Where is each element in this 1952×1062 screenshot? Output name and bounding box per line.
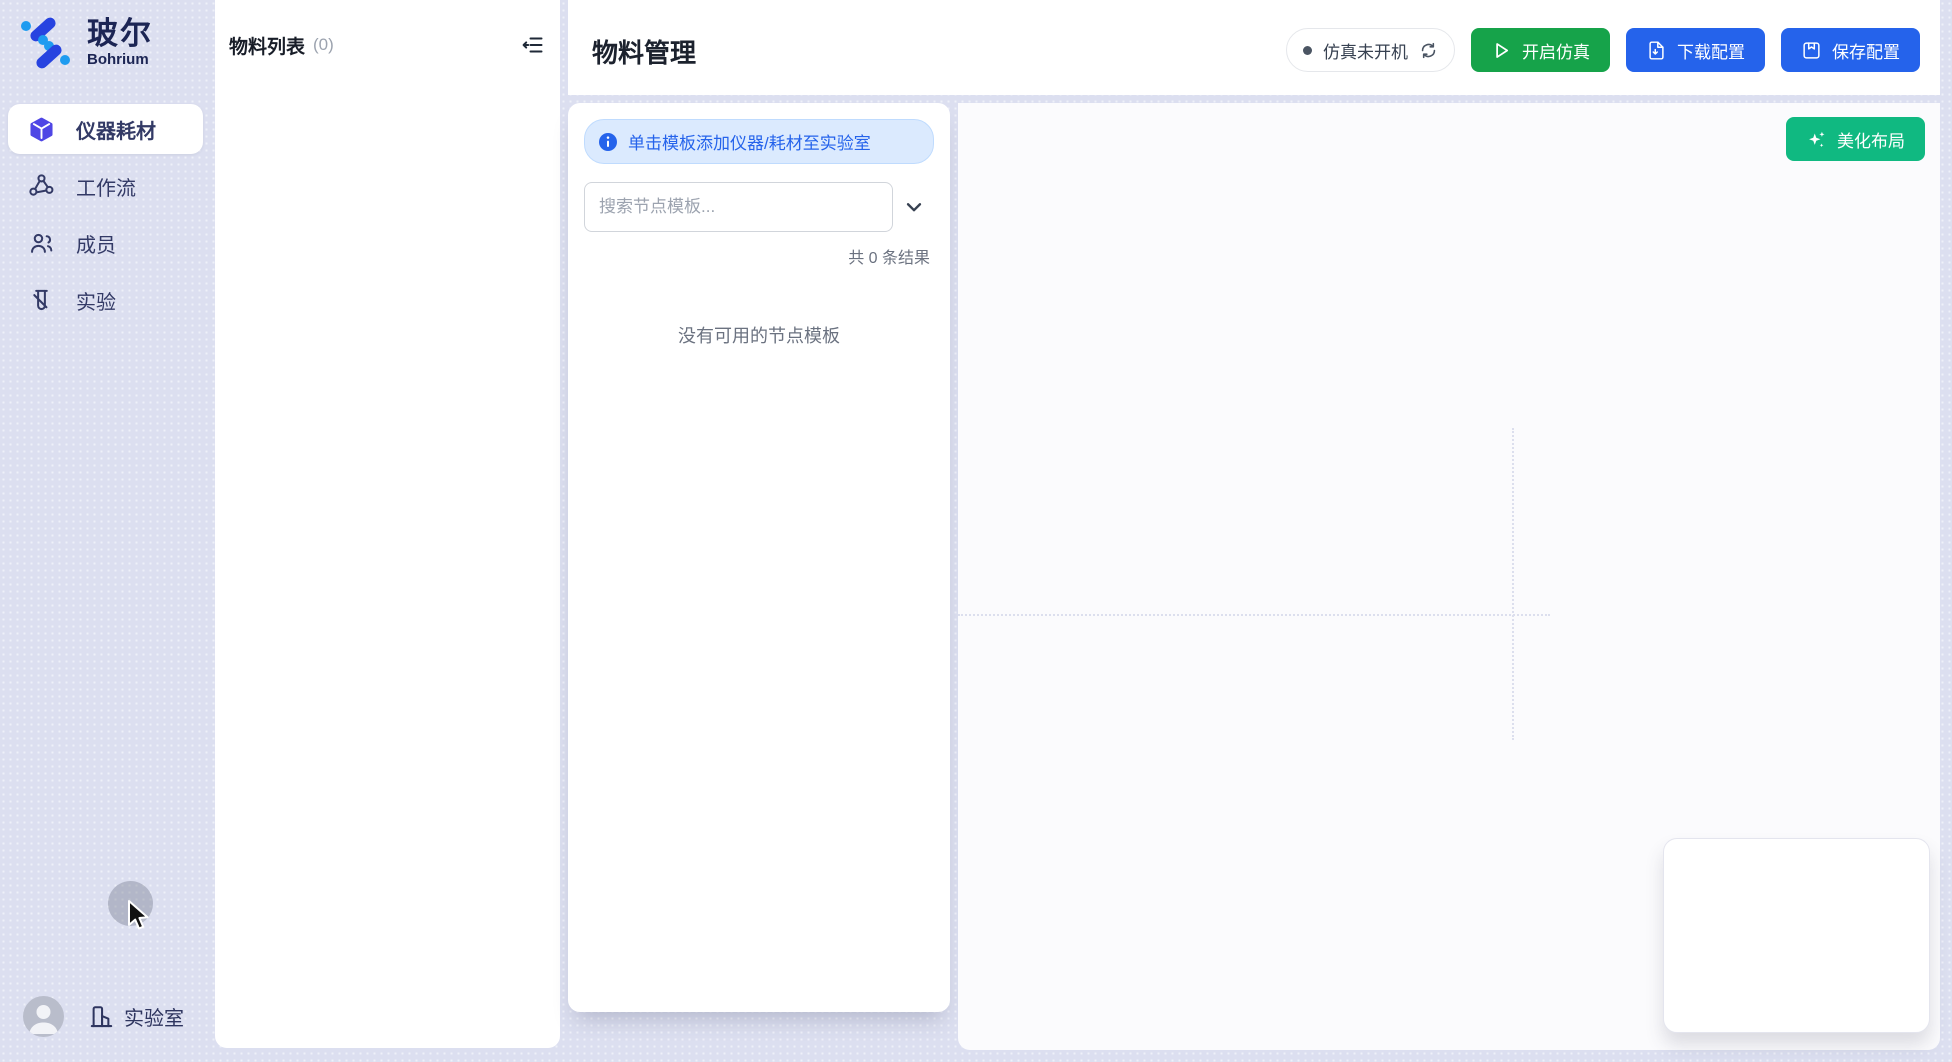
result-count: 共 0 条结果 <box>584 244 934 268</box>
canvas-guide-line-horizontal <box>958 614 1550 616</box>
brand-logo: 玻尔 Bohrium <box>18 16 153 70</box>
chevron-down-icon <box>903 196 925 218</box>
start-simulation-button[interactable]: 开启仿真 <box>1471 28 1610 72</box>
download-config-button[interactable]: 下载配置 <box>1626 28 1765 72</box>
empty-state-text: 没有可用的节点模板 <box>584 322 934 348</box>
sparkles-icon <box>1806 129 1827 150</box>
sidebar-item-workflow[interactable]: 工作流 <box>8 161 203 211</box>
simulation-status-pill[interactable]: 仿真未开机 <box>1286 28 1455 72</box>
building-icon <box>88 1003 115 1030</box>
collapse-panel-icon <box>521 33 545 57</box>
beautify-layout-button[interactable]: 美化布局 <box>1786 117 1925 161</box>
brand-name-en: Bohrium <box>87 51 153 69</box>
sidebar-footer: 实验室 <box>0 996 215 1040</box>
materials-list-count: (0) <box>313 35 334 55</box>
download-config-label: 下载配置 <box>1677 38 1745 63</box>
avatar-person-icon <box>23 996 64 1037</box>
template-search-row <box>584 182 934 232</box>
minimap[interactable] <box>1663 838 1930 1033</box>
sidebar-item-label: 成员 <box>76 229 116 258</box>
save-config-button[interactable]: 保存配置 <box>1781 28 1920 72</box>
bohrium-logo-icon <box>18 16 72 70</box>
save-icon <box>1801 40 1822 61</box>
info-banner-text: 单击模板添加仪器/耗材至实验室 <box>628 129 871 154</box>
sidebar-item-instruments[interactable]: 仪器耗材 <box>8 104 203 154</box>
refresh-icon[interactable] <box>1419 41 1438 60</box>
cube-icon <box>28 116 55 143</box>
collapse-panel-button[interactable] <box>520 32 546 58</box>
simulation-status-label: 仿真未开机 <box>1323 38 1408 63</box>
materials-list-panel: 物料列表 (0) <box>215 0 560 1048</box>
status-dot-icon <box>1303 46 1312 55</box>
search-template-input[interactable] <box>584 182 893 232</box>
sidebar-item-experiments[interactable]: 实验 <box>8 275 203 325</box>
play-icon <box>1491 40 1512 61</box>
start-simulation-label: 开启仿真 <box>1522 38 1590 63</box>
canvas-guide-line-vertical <box>1512 428 1514 740</box>
node-template-panel: 单击模板添加仪器/耗材至实验室 共 0 条结果 没有可用的节点模板 <box>568 103 950 1012</box>
members-icon <box>28 230 55 257</box>
page-title: 物料管理 <box>592 33 696 70</box>
materials-list-header: 物料列表 (0) <box>229 30 546 60</box>
workflow-icon <box>28 173 55 200</box>
sidebar: 玻尔 Bohrium 仪器耗材 工作流 <box>0 0 215 1062</box>
lab-label: 实验室 <box>124 1002 184 1031</box>
topbar: 物料管理 仿真未开机 开启仿真 <box>568 0 1940 95</box>
brand-name-zh: 玻尔 <box>87 17 153 51</box>
beautify-layout-label: 美化布局 <box>1837 127 1905 152</box>
user-avatar[interactable] <box>23 996 64 1037</box>
info-icon <box>598 132 618 152</box>
materials-list-title: 物料列表 <box>229 32 305 59</box>
sidebar-item-lab[interactable]: 实验室 <box>88 1002 184 1031</box>
sidebar-nav: 仪器耗材 工作流 成员 <box>8 104 203 325</box>
topbar-actions: 仿真未开机 开启仿真 下载配 <box>1286 28 1920 72</box>
save-config-label: 保存配置 <box>1832 38 1900 63</box>
test-tube-icon <box>28 287 55 314</box>
file-download-icon <box>1646 40 1667 61</box>
layout-canvas[interactable]: 美化布局 <box>958 103 1940 1050</box>
sidebar-item-label: 仪器耗材 <box>76 115 156 144</box>
main-region: 物料管理 仿真未开机 开启仿真 <box>568 0 1940 1050</box>
filter-dropdown-toggle[interactable] <box>893 182 934 232</box>
sidebar-item-members[interactable]: 成员 <box>8 218 203 268</box>
sidebar-item-label: 工作流 <box>76 172 136 201</box>
sidebar-item-label: 实验 <box>76 286 116 315</box>
info-banner: 单击模板添加仪器/耗材至实验室 <box>584 119 934 164</box>
